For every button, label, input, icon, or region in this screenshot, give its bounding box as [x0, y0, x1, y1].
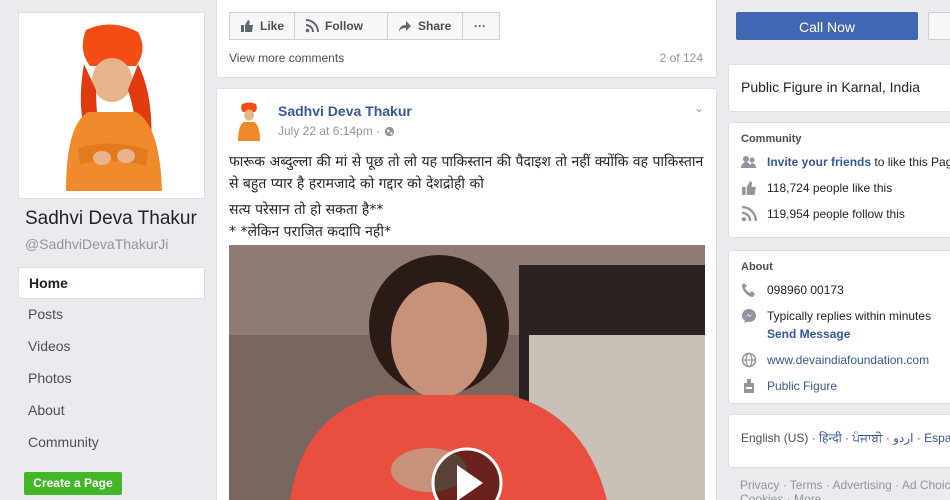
- avatar-illustration: [229, 101, 269, 141]
- page-nav: Home Posts Videos Photos About Community: [18, 267, 205, 459]
- like-label: Like: [260, 19, 285, 33]
- like-button[interactable]: Like: [229, 12, 295, 40]
- post-text-line: * *लेकिन पराजित कदापि नही*: [229, 224, 391, 240]
- messenger-icon: [742, 309, 756, 323]
- video-thumbnail: [229, 245, 705, 500]
- footer-line[interactable]: Privacy · Terms · Advertising · Ad Choic…: [740, 478, 950, 492]
- likes-row: 118,724 people like this: [729, 175, 950, 201]
- page-category: Public Figure in Karnal, India: [741, 79, 920, 95]
- website-row: www.devaindiafoundation.com: [729, 347, 950, 373]
- right-column: Call Now Public Figure in Karnal, India …: [728, 0, 950, 500]
- profile-photo-illustration: [26, 20, 197, 191]
- rss-icon: [741, 206, 757, 222]
- post-text-line: फारूक अब्दुल्ला की मां से पूछ तो लो यह प…: [229, 154, 704, 192]
- comment-count: 2 of 124: [659, 51, 703, 65]
- category-card: Public Figure in Karnal, India: [728, 64, 950, 112]
- invite-row: Invite your friends to like this Page: [729, 149, 950, 175]
- post-text: फारूक अब्दुल्ला की मां से पूछ तो लो यह प…: [229, 151, 705, 247]
- send-message-link[interactable]: Send Message: [767, 327, 850, 341]
- community-heading: Community: [741, 133, 802, 145]
- people-icon: [741, 156, 756, 168]
- post-card: Sadhvi Deva Thakur July 22 at 6:14pm · ⌄…: [216, 88, 717, 500]
- share-icon: [399, 21, 411, 32]
- category-link[interactable]: Public Figure: [767, 377, 837, 395]
- page-action-bar: Like Follow Share ··· View more comments…: [216, 0, 717, 78]
- profile-picture[interactable]: [18, 12, 205, 199]
- share-label: Share: [418, 19, 452, 33]
- messenger-row: Typically replies within minutes Send Me…: [729, 303, 950, 347]
- follow-label: Follow: [325, 19, 363, 33]
- nav-item-community[interactable]: Community: [18, 427, 205, 459]
- post-text-line: सत्य परेसान तो हो सकता है**: [229, 202, 384, 218]
- post-time[interactable]: July 22 at 6:14pm ·: [278, 124, 380, 138]
- phone-row: 098960 00173: [729, 277, 950, 303]
- invite-friends-link[interactable]: Invite your friends: [767, 155, 871, 169]
- more-icon: ···: [474, 19, 486, 33]
- current-language: English (US): [741, 431, 809, 445]
- follows-row: 119,954 people follow this: [729, 201, 950, 227]
- post-video[interactable]: [229, 245, 705, 500]
- footer-links: Privacy · Terms · Advertising · Ad Choic…: [740, 478, 950, 500]
- about-heading: About: [741, 261, 773, 273]
- page-handle[interactable]: @SadhviDevaThakurJi: [25, 236, 168, 252]
- call-now-button[interactable]: Call Now: [736, 12, 918, 40]
- footer-line[interactable]: Cookies · More: [740, 492, 950, 500]
- main-column: Like Follow Share ··· View more comments…: [216, 0, 717, 500]
- share-button[interactable]: Share: [387, 12, 463, 40]
- post-author[interactable]: Sadhvi Deva Thakur: [278, 103, 412, 119]
- follows-count: 119,954 people follow this: [767, 207, 905, 221]
- nav-item-videos[interactable]: Videos: [18, 331, 205, 363]
- follow-button[interactable]: Follow: [294, 12, 388, 40]
- thumbs-up-icon: [241, 20, 253, 32]
- nav-item-home[interactable]: Home: [18, 267, 205, 299]
- create-page-button[interactable]: Create a Page: [24, 472, 122, 495]
- more-button[interactable]: ···: [462, 12, 500, 40]
- phone-number: 098960 00173: [767, 283, 844, 297]
- globe-icon: [741, 352, 757, 368]
- phone-icon: [742, 283, 755, 297]
- rss-icon: [305, 19, 319, 33]
- page-title: Sadhvi Deva Thakur: [25, 208, 197, 229]
- post-options-chevron-icon[interactable]: ⌄: [694, 101, 704, 115]
- nav-item-posts[interactable]: Posts: [18, 299, 205, 331]
- invite-rest: to like this Page: [874, 155, 950, 169]
- community-card: Community Invite your friends to like th…: [728, 122, 950, 238]
- other-languages[interactable]: हिन्दी · ਪੰਜਾਬੀ · اردو · Español: [819, 431, 950, 445]
- nav-item-photos[interactable]: Photos: [18, 363, 205, 395]
- reply-time: Typically replies within minutes: [767, 309, 932, 323]
- nav-item-about[interactable]: About: [18, 395, 205, 427]
- post-avatar[interactable]: [229, 101, 269, 141]
- left-column: Sadhvi Deva Thakur @SadhviDevaThakurJi H…: [0, 0, 215, 500]
- language-selector: English (US) · हिन्दी · ਪੰਜਾਬੀ · اردو · …: [728, 414, 950, 468]
- globe-icon: [384, 126, 395, 136]
- category-row: Public Figure: [729, 373, 950, 399]
- badge-icon: [744, 379, 754, 393]
- likes-count: 118,724 people like this: [767, 181, 893, 195]
- about-card: About 098960 00173 Typically replies wit…: [728, 250, 950, 404]
- website-link[interactable]: www.devaindiafoundation.com: [767, 351, 929, 369]
- globe-button[interactable]: [928, 12, 950, 40]
- thumbs-up-icon: [742, 181, 756, 195]
- view-more-comments[interactable]: View more comments: [229, 51, 344, 65]
- post-meta: July 22 at 6:14pm ·: [278, 124, 395, 138]
